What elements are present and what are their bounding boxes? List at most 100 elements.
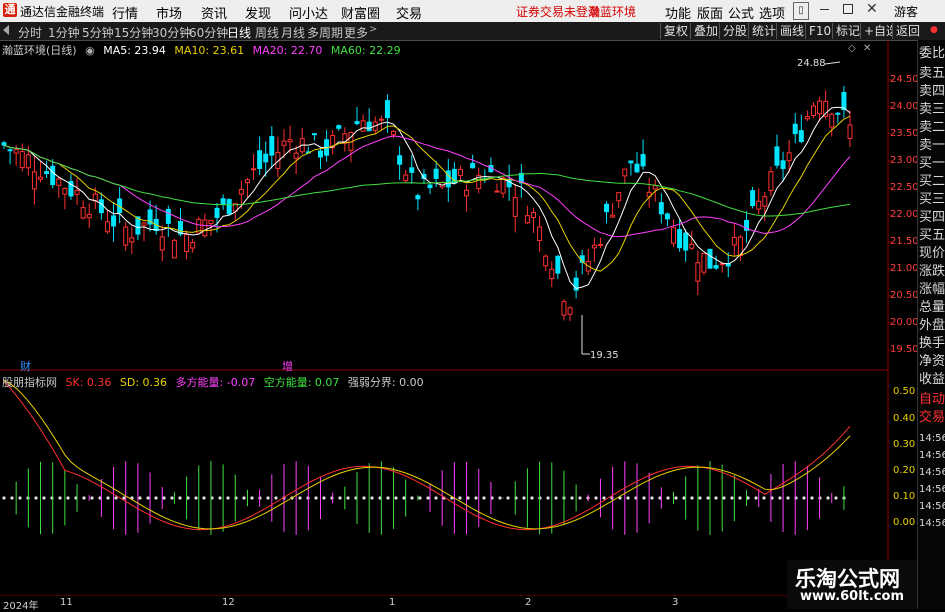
trade-time: 14:56 [919, 484, 945, 495]
side-buy1[interactable]: 买一 [919, 156, 945, 173]
left-arrow-icon[interactable] [3, 25, 9, 35]
btn-fanhui[interactable]: 返回 [892, 23, 924, 39]
close-icon[interactable]: ✕ [866, 1, 878, 17]
period-30min[interactable]: 30分钟 [152, 24, 191, 41]
zero-line-dot [138, 496, 142, 500]
short-energy-label: 空方能量: 0.07 [263, 376, 340, 389]
side-buy5[interactable]: 买五 [919, 228, 945, 245]
side-zhangfu[interactable]: 涨幅 [919, 282, 945, 299]
menu-xuanxiang[interactable]: 选项 [759, 3, 785, 22]
candle-body [214, 207, 220, 218]
btn-tongji[interactable]: 统计 [748, 23, 780, 39]
zero-line-dot [714, 496, 718, 500]
side-zongliang[interactable]: 总量 [919, 300, 945, 317]
candle-body [104, 221, 110, 233]
period-1min[interactable]: 1分钟 [48, 24, 80, 41]
candle-body [378, 118, 384, 121]
event-marker-cai[interactable]: 财 [20, 358, 31, 374]
candle-body [494, 190, 500, 193]
candle-body [640, 154, 646, 167]
zero-line-dot [146, 496, 150, 500]
candle-body [293, 152, 299, 159]
window-layout-icon[interactable]: ▯ [793, 2, 809, 20]
menu-wenxiaoda[interactable]: 问小达 [289, 3, 328, 22]
zero-line-dot [322, 496, 326, 500]
side-xianjia[interactable]: 现价 [919, 246, 945, 263]
candle-body [123, 226, 129, 246]
menu-banmian[interactable]: 版面 [697, 3, 723, 22]
btn-fengu[interactable]: 分股 [719, 23, 751, 39]
zero-line-dot [82, 496, 86, 500]
period-fenshi[interactable]: 分时 [18, 24, 42, 41]
boundary-label: 强弱分界: 0.00 [347, 376, 424, 389]
side-maiyi[interactable]: 卖一 [919, 138, 945, 155]
menu-gongneng[interactable]: 功能 [665, 3, 691, 22]
side-weibi[interactable]: 委比 [919, 46, 945, 63]
side-huanshou[interactable]: 换手 [919, 336, 945, 353]
side-trade[interactable]: 交易 [919, 410, 945, 427]
side-buy4[interactable]: 买四 [919, 210, 945, 227]
candle-body [38, 176, 44, 180]
chart-area[interactable] [0, 40, 917, 596]
side-waipan[interactable]: 外盘 [919, 318, 945, 335]
menu-jiaoyi[interactable]: 交易 [396, 3, 422, 22]
period-monthly[interactable]: 月线 [281, 24, 305, 41]
period-more[interactable]: 更多 [344, 24, 368, 41]
side-buy3[interactable]: 买三 [919, 192, 945, 209]
side-maier[interactable]: 卖二 [919, 120, 945, 137]
btn-biaoji[interactable]: 标记 [832, 23, 864, 39]
more-chevron-icon[interactable]: > [369, 24, 377, 35]
side-maiwu[interactable]: 卖五 [919, 66, 945, 83]
side-buy2[interactable]: 买二 [919, 174, 945, 191]
menu-caifuquan[interactable]: 财富圈 [341, 3, 380, 22]
period-60min[interactable]: 60分钟 [189, 24, 228, 41]
btn-fuquan[interactable]: 复权 [660, 23, 692, 39]
menu-zixun[interactable]: 资讯 [201, 3, 227, 22]
trade-time: 14:56 [919, 467, 945, 478]
candle-body [817, 100, 823, 115]
user-button[interactable]: 游客 [894, 3, 918, 20]
period-daily[interactable]: 日线 [227, 24, 251, 41]
candle-body [403, 174, 409, 182]
btn-f10[interactable]: F10 [805, 23, 835, 39]
menu-gongshi[interactable]: 公式 [728, 3, 754, 22]
zero-line-dot [602, 496, 606, 500]
candle-body [597, 243, 603, 246]
period-multi[interactable]: 多周期 [307, 24, 343, 41]
candle-body [397, 155, 403, 165]
side-maisan[interactable]: 卖三 [919, 102, 945, 119]
side-shouyi[interactable]: 收益 [919, 372, 945, 389]
event-marker-zeng[interactable]: 增 [282, 358, 293, 374]
candle-body [360, 120, 366, 132]
btn-huaxian[interactable]: 画线 [776, 23, 808, 39]
menu-hangqing[interactable]: 行情 [112, 3, 138, 22]
zero-line-dot [506, 496, 510, 500]
period-5min[interactable]: 5分钟 [82, 24, 114, 41]
candle-body [683, 232, 689, 251]
period-15min[interactable]: 15分钟 [114, 24, 153, 41]
btn-diejia[interactable]: 叠加 [690, 23, 722, 39]
candle-body [841, 91, 847, 111]
price-tick: 22.50 [890, 182, 919, 193]
zero-line-dot [730, 496, 734, 500]
candle-body [13, 149, 19, 154]
candle-body [750, 190, 756, 207]
period-weekly[interactable]: 周线 [255, 24, 279, 41]
minimize-icon[interactable] [820, 9, 829, 10]
menu-shichang[interactable]: 市场 [156, 3, 182, 22]
indicator-name[interactable]: 股朋指标网 [2, 376, 57, 389]
side-jingzi[interactable]: 净资 [919, 354, 945, 371]
candle-body [31, 171, 37, 190]
candle-body [786, 152, 792, 162]
maximize-icon[interactable] [843, 4, 853, 14]
zero-line-dot [554, 496, 558, 500]
side-auto[interactable]: 自动 [919, 392, 945, 409]
candle-body [670, 227, 676, 244]
candle-body [524, 215, 530, 224]
zero-line-dot [682, 496, 686, 500]
side-zhangdie[interactable]: 涨跌 [919, 264, 945, 281]
side-maisi[interactable]: 卖四 [919, 84, 945, 101]
zero-line-dot [802, 496, 806, 500]
menu-faxian[interactable]: 发现 [245, 3, 271, 22]
candle-body [658, 202, 664, 215]
